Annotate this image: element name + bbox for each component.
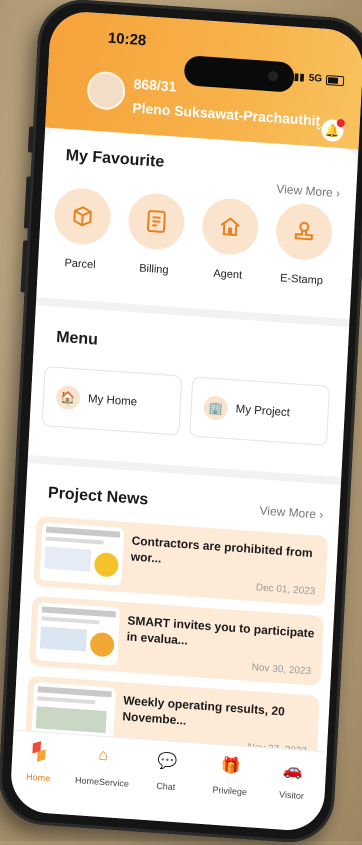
silent-switch xyxy=(27,126,35,153)
tab-home[interactable]: Home xyxy=(9,740,75,785)
favourite-view-more-link[interactable]: View More › xyxy=(276,182,340,200)
network-type: 5G xyxy=(308,72,323,85)
gift-icon: 🎁 xyxy=(220,757,242,776)
avatar[interactable] xyxy=(86,70,127,111)
favourite-label: Billing xyxy=(138,262,169,277)
news-item[interactable]: SMART invites you to participate in eval… xyxy=(28,595,324,686)
building-icon: 🏢 xyxy=(203,395,229,421)
notification-badge xyxy=(336,118,346,128)
favourite-item-billing[interactable]: Billing xyxy=(122,191,190,277)
chat-icon: 💬 xyxy=(156,752,178,772)
favourite-label: E-Stamp xyxy=(279,272,324,288)
news-item[interactable]: Contractors are prohibited from wor... D… xyxy=(33,515,329,607)
volume-down-button xyxy=(20,240,29,293)
menu-label: My Home xyxy=(87,393,138,409)
tab-label: Chat xyxy=(156,780,176,793)
tab-label: Privilege xyxy=(212,784,248,798)
menu-section: Menu 🏠 My Home 🏢 My Project xyxy=(28,305,350,477)
news-thumbnail xyxy=(39,522,125,586)
favourite-label: Agent xyxy=(213,267,243,282)
home-icon: 🏠 xyxy=(55,384,81,411)
favourite-item-agent[interactable]: Agent xyxy=(195,196,263,282)
dynamic-island xyxy=(183,55,295,93)
car-icon: 🚗 xyxy=(282,761,304,780)
unit-number: 868/31 xyxy=(133,75,177,95)
tab-chat[interactable]: 💬 Chat xyxy=(131,749,203,794)
parcel-box-icon xyxy=(53,186,112,247)
news-view-more-link[interactable]: View More › xyxy=(259,503,323,521)
favourite-label: Parcel xyxy=(64,257,96,272)
news-date: Nov 30, 2023 xyxy=(251,662,312,678)
news-headline: Contractors are prohibited from wor... xyxy=(130,533,313,566)
app-header: 10:28 ▮▮▮ 5G 868/31 Pleno Suksawat-Prach… xyxy=(45,9,362,150)
menu-item-my-home[interactable]: 🏠 My Home xyxy=(41,366,183,436)
volume-up-button xyxy=(23,176,32,229)
favourite-title: My Favourite xyxy=(65,147,165,171)
news-thumbnail xyxy=(35,602,121,666)
status-time: 10:28 xyxy=(107,29,147,50)
menu-title: Menu xyxy=(55,328,99,349)
tab-visitor[interactable]: 🚗 Visitor xyxy=(256,758,328,803)
notification-button[interactable]: 🔔 xyxy=(320,118,346,143)
favourite-item-parcel[interactable]: Parcel xyxy=(48,186,116,272)
favourite-section: My Favourite View More › Parcel Billing xyxy=(36,127,359,320)
tab-label: HomeService xyxy=(74,775,130,789)
news-section: Project News View More › Contractors are… xyxy=(12,463,341,775)
battery-icon xyxy=(325,74,345,86)
tab-label: Home xyxy=(25,771,51,784)
agent-house-icon xyxy=(200,196,260,257)
tab-homeservice[interactable]: ⌂ HomeService xyxy=(67,745,139,790)
app-screen: 10:28 ▮▮▮ 5G 868/31 Pleno Suksawat-Prach… xyxy=(9,9,362,833)
project-selector[interactable]: Pleno Suksawat-Prachauthit xyxy=(132,100,321,129)
favourite-item-e-stamp[interactable]: E-Stamp xyxy=(269,201,337,288)
stamp-icon xyxy=(274,201,334,262)
home-service-icon: ⌂ xyxy=(98,746,109,765)
news-headline: SMART invites you to participate in eval… xyxy=(126,613,315,648)
news-title: Project News xyxy=(47,484,149,509)
news-date: Dec 01, 2023 xyxy=(255,582,316,598)
menu-item-my-project[interactable]: 🏢 My Project xyxy=(189,376,331,446)
signal-icon: ▮▮▮ xyxy=(288,71,306,84)
billing-document-icon xyxy=(127,191,186,252)
status-icons: ▮▮▮ 5G xyxy=(288,71,345,86)
menu-label: My Project xyxy=(235,403,291,420)
tab-label: Visitor xyxy=(278,789,305,802)
news-headline: Weekly operating results, 20 Novembe... xyxy=(122,693,286,728)
phone-frame: 10:28 ▮▮▮ 5G 868/31 Pleno Suksawat-Prach… xyxy=(0,0,362,845)
home-logo-icon xyxy=(32,742,47,761)
